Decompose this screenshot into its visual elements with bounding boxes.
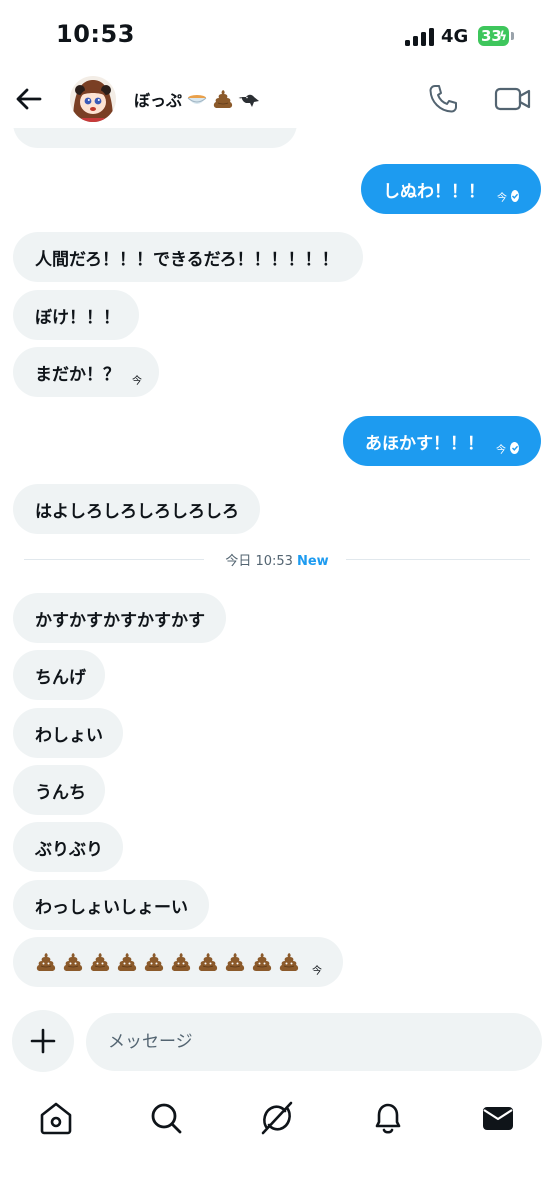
message-bubble-received[interactable]: うんち xyxy=(13,765,105,815)
avatar[interactable] xyxy=(70,76,116,122)
message-bubble-received[interactable]: 人間だろ！！！できるだろ！！！！！！ xyxy=(13,232,363,282)
status-bar: 10:53 4G 33 ϟ xyxy=(0,0,554,72)
read-check-icon xyxy=(510,442,519,454)
message-text: あほかす！！！ xyxy=(365,433,484,454)
home-icon[interactable] xyxy=(36,1098,76,1138)
cellular-signal-icon xyxy=(405,28,435,46)
crow-emoji xyxy=(238,94,260,107)
message-text: かすかすかすかすかす xyxy=(35,610,205,631)
message-input[interactable] xyxy=(86,1013,542,1071)
message-timestamp: 今 xyxy=(496,444,506,456)
search-icon[interactable] xyxy=(146,1098,186,1138)
message-timestamp: 今 xyxy=(497,192,507,204)
contact-name-group[interactable]: ぼっぷ xyxy=(134,86,260,112)
phone-call-icon[interactable] xyxy=(426,82,460,116)
message-text: まだか！？ xyxy=(35,364,120,385)
message-bubble-received[interactable]: かすかすかすかすかす xyxy=(13,593,226,643)
message-bubble-received[interactable]: ぶりぶり xyxy=(13,822,123,872)
message-text: わしょい xyxy=(35,725,103,746)
new-messages-divider: 今日 10:53 New xyxy=(24,550,530,570)
message-bubble-received[interactable]: ちんげ xyxy=(13,650,105,700)
status-time: 10:53 xyxy=(56,20,135,48)
message-bubble-received[interactable]: ぼけ！！！ xyxy=(13,290,139,340)
divider-timestamp: 今日 10:53 xyxy=(225,554,293,569)
message-text: ぶりぶり xyxy=(35,839,103,860)
plus-icon xyxy=(30,1028,56,1054)
read-check-icon xyxy=(511,190,519,202)
conversation-header: ぼっぷ xyxy=(0,72,554,128)
poop-emoji xyxy=(279,953,299,971)
message-bubble-received[interactable]: わしょい xyxy=(13,708,123,758)
message-bubble-received-emoji[interactable]: 今 xyxy=(13,937,343,987)
notifications-icon[interactable] xyxy=(368,1098,408,1138)
new-badge: New xyxy=(296,554,329,569)
poop-emoji xyxy=(117,953,137,971)
home-indicator xyxy=(207,1184,347,1189)
poop-emoji-row xyxy=(35,951,300,973)
charging-bolt-icon: ϟ xyxy=(499,29,507,43)
battery-indicator: 33 ϟ xyxy=(478,26,509,46)
message-bubble-sent[interactable]: あほかす！！！ 今 xyxy=(343,416,541,466)
poop-emoji xyxy=(225,953,245,971)
messages-icon[interactable] xyxy=(478,1098,518,1138)
message-text: はよしろしろしろしろしろ xyxy=(35,501,239,522)
message-text: 人間だろ！！！できるだろ！！！！！！ xyxy=(35,249,339,270)
message-timestamp: 今 xyxy=(132,375,142,387)
network-type: 4G xyxy=(441,26,469,47)
add-attachment-button[interactable] xyxy=(12,1010,74,1072)
battery-tip xyxy=(511,32,514,40)
message-bubble-received[interactable]: わっしょいしょーい xyxy=(13,880,209,930)
poop-emoji xyxy=(90,953,110,971)
message-text: わっしょいしょーい xyxy=(35,897,188,918)
divider-label: 今日 10:53 New xyxy=(24,550,530,569)
message-text: しぬわ！！！ xyxy=(383,181,485,202)
message-text: ちんげ xyxy=(35,667,86,688)
poop-emoji xyxy=(36,953,56,971)
video-call-icon[interactable] xyxy=(494,84,532,114)
poop-emoji xyxy=(171,953,191,971)
message-bubble-received[interactable]: まだか！？ 今 xyxy=(13,347,159,397)
message-bubble-received-partial[interactable] xyxy=(13,128,297,148)
bottom-tab-bar xyxy=(0,1090,554,1150)
contact-name: ぼっぷ xyxy=(134,91,183,110)
message-timestamp: 今 xyxy=(312,965,322,977)
message-text: うんち xyxy=(35,782,86,803)
poop-emoji xyxy=(252,953,272,971)
grok-icon[interactable] xyxy=(257,1098,297,1138)
back-arrow-icon[interactable] xyxy=(14,84,44,114)
message-bubble-received[interactable]: はよしろしろしろしろしろ xyxy=(13,484,260,534)
poop-emoji xyxy=(63,953,83,971)
message-list[interactable]: しぬわ！！！ 今 人間だろ！！！できるだろ！！！！！！ ぼけ！！！ まだか！？ … xyxy=(0,128,554,998)
message-bubble-sent[interactable]: しぬわ！！！ 今 xyxy=(361,164,541,214)
bowl-emoji xyxy=(187,95,207,104)
message-text: ぼけ！！！ xyxy=(35,307,120,328)
poop-emoji xyxy=(144,953,164,971)
poop-emoji xyxy=(198,953,218,971)
poop-emoji xyxy=(213,90,233,108)
